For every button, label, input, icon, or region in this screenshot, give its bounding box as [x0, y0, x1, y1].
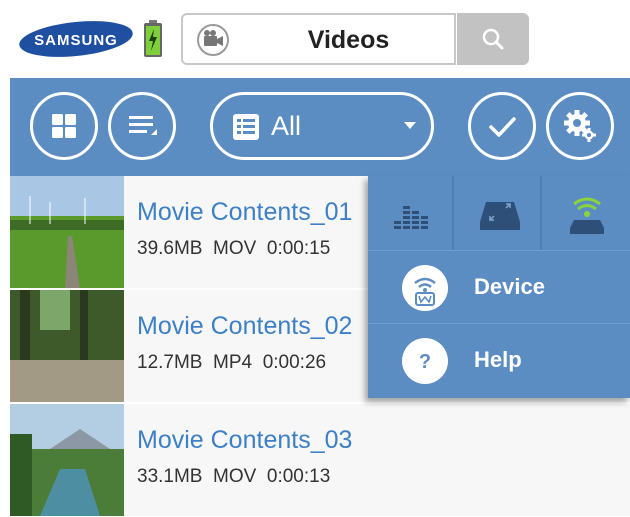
- grid-view-button[interactable]: [30, 92, 98, 160]
- video-thumbnail: [10, 290, 124, 402]
- brand-text: SAMSUNG: [34, 32, 118, 49]
- video-camera-icon: [197, 24, 229, 56]
- list-item[interactable]: Movie Contents_03 33.1MB MOV 0:00:13: [10, 404, 630, 517]
- video-info: 12.7MB MP4 0:00:26: [137, 352, 326, 374]
- select-button[interactable]: [468, 92, 536, 160]
- samsung-logo: SAMSUNG: [19, 21, 133, 57]
- video-size: 39.6MB: [137, 238, 203, 259]
- search-icon: [482, 28, 504, 50]
- popup-tabs: [368, 176, 630, 250]
- filter-selected-value: All: [271, 111, 302, 141]
- grid-view-icon: [52, 114, 76, 138]
- video-thumbnail: [10, 176, 124, 288]
- video-format: MP4: [213, 352, 253, 373]
- video-size: 12.7MB: [137, 352, 203, 373]
- wifi-router-icon: [570, 197, 604, 234]
- top-bar: SAMSUNG Videos: [0, 0, 630, 78]
- video-duration: 0:00:15: [266, 238, 331, 259]
- menu-item-help[interactable]: ? Help: [368, 323, 630, 395]
- screen-mirror-icon: [480, 202, 520, 230]
- video-title: Movie Contents_01: [137, 198, 353, 226]
- settings-gear-icon: [564, 110, 596, 142]
- video-thumbnail: [10, 404, 124, 516]
- tab-equalizer[interactable]: [368, 176, 454, 250]
- menu-item-label: Help: [474, 347, 522, 372]
- video-info: 39.6MB MOV 0:00:15: [137, 238, 330, 260]
- svg-text:?: ?: [419, 351, 431, 373]
- sort-list-icon: [129, 116, 157, 135]
- page-title: Videos: [307, 26, 390, 54]
- video-info: 33.1MB MOV 0:00:13: [137, 466, 330, 488]
- dropdown-arrow-icon: [404, 122, 416, 129]
- video-title: Movie Contents_03: [137, 426, 353, 454]
- title-bar: Videos: [181, 13, 456, 65]
- menu-item-label: Device: [474, 274, 545, 299]
- tab-screen-mirror[interactable]: [456, 176, 542, 250]
- filter-dropdown[interactable]: All: [210, 92, 434, 160]
- settings-popup-menu: Device ? Help: [368, 176, 630, 398]
- equalizer-icon: [394, 206, 428, 229]
- search-button[interactable]: [457, 13, 529, 65]
- toolbar: All: [10, 78, 630, 176]
- battery-charging-icon: [144, 20, 162, 57]
- sort-button[interactable]: [108, 92, 176, 160]
- check-icon: [489, 117, 516, 137]
- video-format: MOV: [213, 238, 257, 259]
- video-duration: 0:00:26: [262, 352, 327, 373]
- video-title: Movie Contents_02: [137, 312, 353, 340]
- tab-wifi-router[interactable]: [544, 176, 630, 250]
- video-format: MOV: [213, 466, 257, 487]
- settings-button[interactable]: [546, 92, 614, 160]
- menu-item-device[interactable]: Device: [368, 250, 630, 322]
- wifi-device-icon: [402, 265, 448, 311]
- question-icon: ?: [402, 338, 448, 384]
- list-icon: [233, 114, 259, 140]
- video-size: 33.1MB: [137, 466, 203, 487]
- video-duration: 0:00:13: [266, 466, 331, 487]
